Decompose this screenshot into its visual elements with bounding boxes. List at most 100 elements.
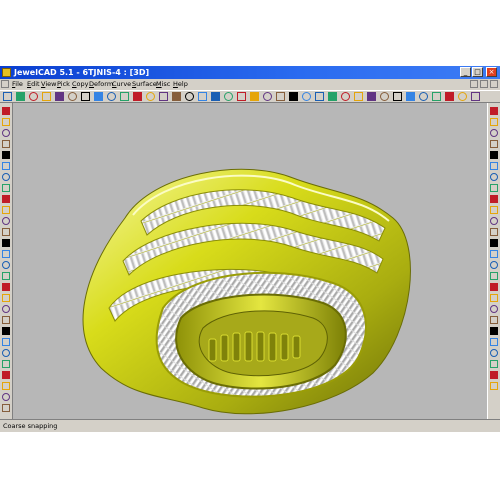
hide-icon[interactable] xyxy=(490,129,498,137)
material-icon[interactable] xyxy=(419,92,428,101)
boolean-union-icon[interactable] xyxy=(2,327,10,335)
boolean-subtract-icon[interactable] xyxy=(2,338,10,346)
mdi-minimize-icon[interactable] xyxy=(470,80,478,88)
morph-icon[interactable] xyxy=(490,338,498,346)
menu-curve[interactable]: Curve xyxy=(112,79,131,90)
ring-model[interactable] xyxy=(13,103,487,419)
undo-icon[interactable] xyxy=(55,92,64,101)
measure-icon[interactable] xyxy=(302,92,311,101)
save-icon[interactable] xyxy=(29,92,38,101)
mdi-restore-icon[interactable] xyxy=(480,80,488,88)
align-icon[interactable] xyxy=(490,195,498,203)
cone-icon[interactable] xyxy=(2,206,10,214)
open-file-icon[interactable] xyxy=(16,92,25,101)
snap-icon[interactable] xyxy=(276,92,285,101)
document-icon[interactable] xyxy=(1,80,9,88)
wireframe-icon[interactable] xyxy=(172,92,181,101)
line-icon[interactable] xyxy=(2,118,10,126)
volume-icon[interactable] xyxy=(490,371,498,379)
fillet-icon[interactable] xyxy=(2,360,10,368)
join-icon[interactable] xyxy=(490,250,498,258)
layer-icon[interactable] xyxy=(250,92,259,101)
close-button[interactable]: × xyxy=(486,67,497,77)
scale-icon[interactable] xyxy=(133,92,142,101)
menu-surface[interactable]: Surface xyxy=(132,79,157,90)
group-icon[interactable] xyxy=(490,173,498,181)
flatten-icon[interactable] xyxy=(490,349,498,357)
chamfer-icon[interactable] xyxy=(2,371,10,379)
gem-icon[interactable] xyxy=(2,272,10,280)
view-side-icon[interactable] xyxy=(224,92,233,101)
menu-edit[interactable]: Edit xyxy=(27,79,40,90)
show-icon[interactable] xyxy=(490,140,498,148)
export-icon[interactable] xyxy=(458,92,467,101)
mdi-close-icon[interactable] xyxy=(490,80,498,88)
zoom-window-icon[interactable] xyxy=(341,92,350,101)
3d-viewport[interactable] xyxy=(13,103,487,419)
light-icon[interactable] xyxy=(432,92,441,101)
cylinder-icon[interactable] xyxy=(2,195,10,203)
menu-pick[interactable]: Pick xyxy=(57,79,70,90)
split-icon[interactable] xyxy=(490,239,498,247)
bend-icon[interactable] xyxy=(490,294,498,302)
fit-icon[interactable] xyxy=(380,92,389,101)
stone-set-icon[interactable] xyxy=(2,404,10,412)
shade-icon[interactable] xyxy=(185,92,194,101)
menu-help[interactable]: Help xyxy=(173,79,188,90)
trim-icon[interactable] xyxy=(490,217,498,225)
spline-icon[interactable] xyxy=(2,162,10,170)
print-icon[interactable] xyxy=(42,92,51,101)
title-bar[interactable]: JewelCAD 5.1 - 6TJNIS-4 : [3D] _ □ × xyxy=(0,66,500,79)
view-top-icon[interactable] xyxy=(198,92,207,101)
polyline-icon[interactable] xyxy=(2,151,10,159)
taper-icon[interactable] xyxy=(490,305,498,313)
zoom-in-icon[interactable] xyxy=(315,92,324,101)
orbit-icon[interactable] xyxy=(393,92,402,101)
menu-view[interactable]: View xyxy=(41,79,56,90)
rotate-icon[interactable] xyxy=(120,92,129,101)
info-icon[interactable] xyxy=(490,382,498,390)
axis-icon[interactable] xyxy=(289,92,298,101)
view-3d-icon[interactable] xyxy=(237,92,246,101)
boolean-intersect-icon[interactable] xyxy=(2,349,10,357)
array-icon[interactable] xyxy=(2,393,10,401)
sphere-icon[interactable] xyxy=(2,184,10,192)
warp-icon[interactable] xyxy=(490,327,498,335)
shank-icon[interactable] xyxy=(2,316,10,324)
twist-icon[interactable] xyxy=(490,283,498,291)
shell-icon[interactable] xyxy=(2,382,10,390)
distribute-icon[interactable] xyxy=(490,206,498,214)
revolve-icon[interactable] xyxy=(2,239,10,247)
zoom-all-icon[interactable] xyxy=(354,92,363,101)
menu-copy[interactable]: Copy xyxy=(72,79,89,90)
point-icon[interactable] xyxy=(2,107,10,115)
pick-icon[interactable] xyxy=(81,92,90,101)
sweep-icon[interactable] xyxy=(2,250,10,258)
help-icon[interactable] xyxy=(471,92,480,101)
extend-icon[interactable] xyxy=(490,228,498,236)
extrude-icon[interactable] xyxy=(2,228,10,236)
loft-icon[interactable] xyxy=(2,261,10,269)
menu-deform[interactable]: Deform xyxy=(89,79,113,90)
deselect-icon[interactable] xyxy=(490,118,498,126)
unlock-icon[interactable] xyxy=(490,162,498,170)
circle-icon[interactable] xyxy=(2,140,10,148)
zoom-out-icon[interactable] xyxy=(328,92,337,101)
color-icon[interactable] xyxy=(406,92,415,101)
select-icon[interactable] xyxy=(490,107,498,115)
render-icon[interactable] xyxy=(159,92,168,101)
bezel-icon[interactable] xyxy=(2,294,10,302)
box-icon[interactable] xyxy=(2,173,10,181)
redo-icon[interactable] xyxy=(68,92,77,101)
grid-icon[interactable] xyxy=(263,92,272,101)
mirror-icon[interactable] xyxy=(146,92,155,101)
ring-icon[interactable] xyxy=(2,305,10,313)
new-file-icon[interactable] xyxy=(3,92,12,101)
pan-icon[interactable] xyxy=(367,92,376,101)
zoom-cross-icon[interactable] xyxy=(94,92,103,101)
prong-icon[interactable] xyxy=(2,283,10,291)
menu-misc[interactable]: Misc xyxy=(156,79,170,90)
move-icon[interactable] xyxy=(107,92,116,101)
view-front-icon[interactable] xyxy=(211,92,220,101)
project-icon[interactable] xyxy=(490,272,498,280)
